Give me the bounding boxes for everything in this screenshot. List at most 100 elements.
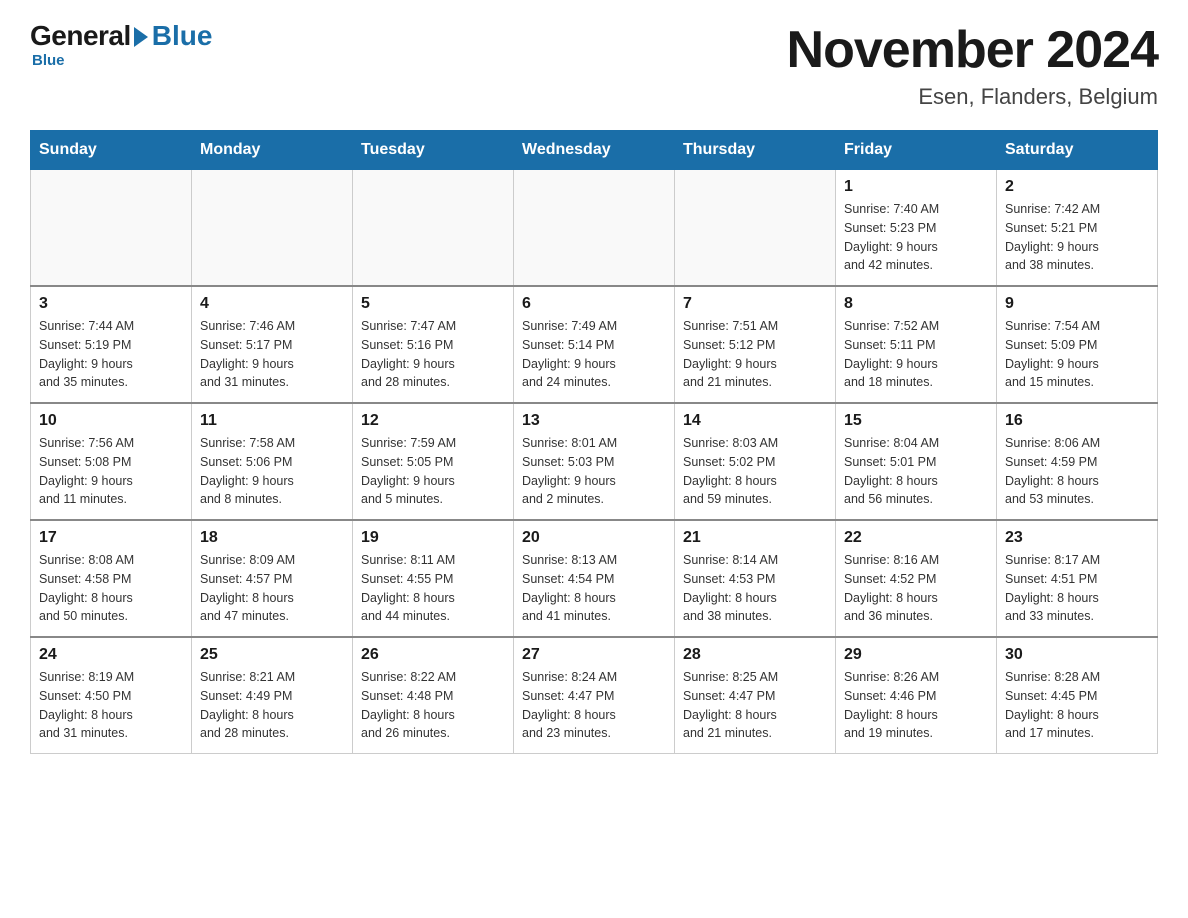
month-title: November 2024	[787, 20, 1158, 80]
day-cell: 26 Sunrise: 8:22 AMSunset: 4:48 PMDayligh…	[353, 637, 514, 754]
day-info: Sunrise: 8:19 AMSunset: 4:50 PMDaylight:…	[39, 668, 183, 743]
day-cell: 22Sunrise: 8:16 AMSunset: 4:52 PMDayligh…	[836, 520, 997, 637]
day-number: 4	[200, 295, 344, 313]
day-number: 1	[844, 178, 988, 196]
day-cell: 13 Sunrise: 8:01 AMSunset: 5:03 PMDayligh…	[514, 403, 675, 520]
day-number: 14	[683, 412, 827, 430]
day-cell: 28Sunrise: 8:25 AMSunset: 4:47 PMDayligh…	[675, 637, 836, 754]
day-info: Sunrise: 8:22 AMSunset: 4:48 PMDaylight:…	[361, 668, 505, 743]
day-cell	[514, 170, 675, 287]
day-info: Sunrise: 8:08 AMSunset: 4:58 PMDaylight:…	[39, 551, 183, 626]
day-info: Sunrise: 8:28 AMSunset: 4:45 PMDaylight:…	[1005, 668, 1149, 743]
day-cell: 15 Sunrise: 8:04 AMSunset: 5:01 PMDayligh…	[836, 403, 997, 520]
day-number: 24	[39, 646, 183, 664]
day-number: 27	[522, 646, 666, 664]
week-row-4: 17 Sunrise: 8:08 AMSunset: 4:58 PMDayligh…	[31, 520, 1158, 637]
day-number: 30	[1005, 646, 1149, 664]
day-cell: 9 Sunrise: 7:54 AMSunset: 5:09 PMDaylight…	[997, 286, 1158, 403]
week-row-1: 1 Sunrise: 7:40 AMSunset: 5:23 PMDaylight…	[31, 170, 1158, 287]
day-info: Sunrise: 8:21 AMSunset: 4:49 PMDaylight:…	[200, 668, 344, 743]
day-number: 2	[1005, 178, 1149, 196]
day-cell: 5 Sunrise: 7:47 AMSunset: 5:16 PMDaylight…	[353, 286, 514, 403]
day-cell: 20 Sunrise: 8:13 AMSunset: 4:54 PMDayligh…	[514, 520, 675, 637]
day-cell: 27 Sunrise: 8:24 AMSunset: 4:47 PMDayligh…	[514, 637, 675, 754]
day-cell: 23 Sunrise: 8:17 AMSunset: 4:51 PMDayligh…	[997, 520, 1158, 637]
day-info: Sunrise: 8:06 AMSunset: 4:59 PMDaylight:…	[1005, 434, 1149, 509]
day-number: 8	[844, 295, 988, 313]
day-number: 15	[844, 412, 988, 430]
day-number: 20	[522, 529, 666, 547]
day-cell: 11 Sunrise: 7:58 AMSunset: 5:06 PMDayligh…	[192, 403, 353, 520]
day-info: Sunrise: 8:17 AMSunset: 4:51 PMDaylight:…	[1005, 551, 1149, 626]
day-info: Sunrise: 7:47 AMSunset: 5:16 PMDaylight:…	[361, 317, 505, 392]
day-cell: 14Sunrise: 8:03 AMSunset: 5:02 PMDayligh…	[675, 403, 836, 520]
day-number: 16	[1005, 412, 1149, 430]
header-sunday: Sunday	[31, 131, 192, 170]
location: Esen, Flanders, Belgium	[787, 84, 1158, 110]
day-cell: 16 Sunrise: 8:06 AMSunset: 4:59 PMDayligh…	[997, 403, 1158, 520]
logo-arrow-icon	[134, 27, 148, 47]
day-cell: 10 Sunrise: 7:56 AMSunset: 5:08 PMDayligh…	[31, 403, 192, 520]
header-row: SundayMondayTuesdayWednesdayThursdayFrid…	[31, 131, 1158, 170]
day-cell: 29Sunrise: 8:26 AMSunset: 4:46 PMDayligh…	[836, 637, 997, 754]
day-number: 26	[361, 646, 505, 664]
header-thursday: Thursday	[675, 131, 836, 170]
day-info: Sunrise: 7:46 AMSunset: 5:17 PMDaylight:…	[200, 317, 344, 392]
day-info: Sunrise: 8:25 AMSunset: 4:47 PMDaylight:…	[683, 668, 827, 743]
logo-tagline: Blue	[32, 52, 212, 69]
week-row-2: 3 Sunrise: 7:44 AMSunset: 5:19 PMDaylight…	[31, 286, 1158, 403]
day-cell: 21Sunrise: 8:14 AMSunset: 4:53 PMDayligh…	[675, 520, 836, 637]
logo-blue-text: Blue	[152, 20, 213, 52]
day-info: Sunrise: 7:49 AMSunset: 5:14 PMDaylight:…	[522, 317, 666, 392]
day-info: Sunrise: 8:11 AMSunset: 4:55 PMDaylight:…	[361, 551, 505, 626]
day-info: Sunrise: 7:58 AMSunset: 5:06 PMDaylight:…	[200, 434, 344, 509]
day-cell: 12Sunrise: 7:59 AMSunset: 5:05 PMDayligh…	[353, 403, 514, 520]
day-number: 19	[361, 529, 505, 547]
day-cell: 8 Sunrise: 7:52 AMSunset: 5:11 PMDaylight…	[836, 286, 997, 403]
day-info: Sunrise: 7:52 AMSunset: 5:11 PMDaylight:…	[844, 317, 988, 392]
day-info: Sunrise: 7:42 AMSunset: 5:21 PMDaylight:…	[1005, 200, 1149, 275]
header-monday: Monday	[192, 131, 353, 170]
day-number: 11	[200, 412, 344, 430]
day-info: Sunrise: 8:01 AMSunset: 5:03 PMDaylight:…	[522, 434, 666, 509]
day-info: Sunrise: 7:54 AMSunset: 5:09 PMDaylight:…	[1005, 317, 1149, 392]
day-cell: 1 Sunrise: 7:40 AMSunset: 5:23 PMDaylight…	[836, 170, 997, 287]
day-info: Sunrise: 8:16 AMSunset: 4:52 PMDaylight:…	[844, 551, 988, 626]
day-number: 18	[200, 529, 344, 547]
day-info: Sunrise: 8:24 AMSunset: 4:47 PMDaylight:…	[522, 668, 666, 743]
day-info: Sunrise: 8:04 AMSunset: 5:01 PMDaylight:…	[844, 434, 988, 509]
day-cell	[675, 170, 836, 287]
day-number: 23	[1005, 529, 1149, 547]
day-number: 13	[522, 412, 666, 430]
day-cell: 30 Sunrise: 8:28 AMSunset: 4:45 PMDayligh…	[997, 637, 1158, 754]
day-number: 25	[200, 646, 344, 664]
day-info: Sunrise: 7:40 AMSunset: 5:23 PMDaylight:…	[844, 200, 988, 275]
day-cell: 25 Sunrise: 8:21 AMSunset: 4:49 PMDayligh…	[192, 637, 353, 754]
day-cell	[192, 170, 353, 287]
day-cell: 18 Sunrise: 8:09 AMSunset: 4:57 PMDayligh…	[192, 520, 353, 637]
title-section: November 2024 Esen, Flanders, Belgium	[787, 20, 1158, 110]
day-number: 10	[39, 412, 183, 430]
logo: General Blue Blue	[30, 20, 212, 69]
day-info: Sunrise: 7:44 AMSunset: 5:19 PMDaylight:…	[39, 317, 183, 392]
header-wednesday: Wednesday	[514, 131, 675, 170]
calendar-table: SundayMondayTuesdayWednesdayThursdayFrid…	[30, 130, 1158, 754]
day-number: 3	[39, 295, 183, 313]
day-info: Sunrise: 7:56 AMSunset: 5:08 PMDaylight:…	[39, 434, 183, 509]
day-cell: 17 Sunrise: 8:08 AMSunset: 4:58 PMDayligh…	[31, 520, 192, 637]
day-number: 17	[39, 529, 183, 547]
day-cell: 24 Sunrise: 8:19 AMSunset: 4:50 PMDayligh…	[31, 637, 192, 754]
header-friday: Friday	[836, 131, 997, 170]
week-row-3: 10 Sunrise: 7:56 AMSunset: 5:08 PMDayligh…	[31, 403, 1158, 520]
day-cell: 6Sunrise: 7:49 AMSunset: 5:14 PMDaylight…	[514, 286, 675, 403]
day-info: Sunrise: 7:59 AMSunset: 5:05 PMDaylight:…	[361, 434, 505, 509]
day-info: Sunrise: 8:09 AMSunset: 4:57 PMDaylight:…	[200, 551, 344, 626]
header-tuesday: Tuesday	[353, 131, 514, 170]
header-saturday: Saturday	[997, 131, 1158, 170]
day-number: 9	[1005, 295, 1149, 313]
day-cell: 7Sunrise: 7:51 AMSunset: 5:12 PMDaylight…	[675, 286, 836, 403]
day-number: 5	[361, 295, 505, 313]
day-info: Sunrise: 8:26 AMSunset: 4:46 PMDaylight:…	[844, 668, 988, 743]
day-cell: 3 Sunrise: 7:44 AMSunset: 5:19 PMDaylight…	[31, 286, 192, 403]
day-info: Sunrise: 8:13 AMSunset: 4:54 PMDaylight:…	[522, 551, 666, 626]
